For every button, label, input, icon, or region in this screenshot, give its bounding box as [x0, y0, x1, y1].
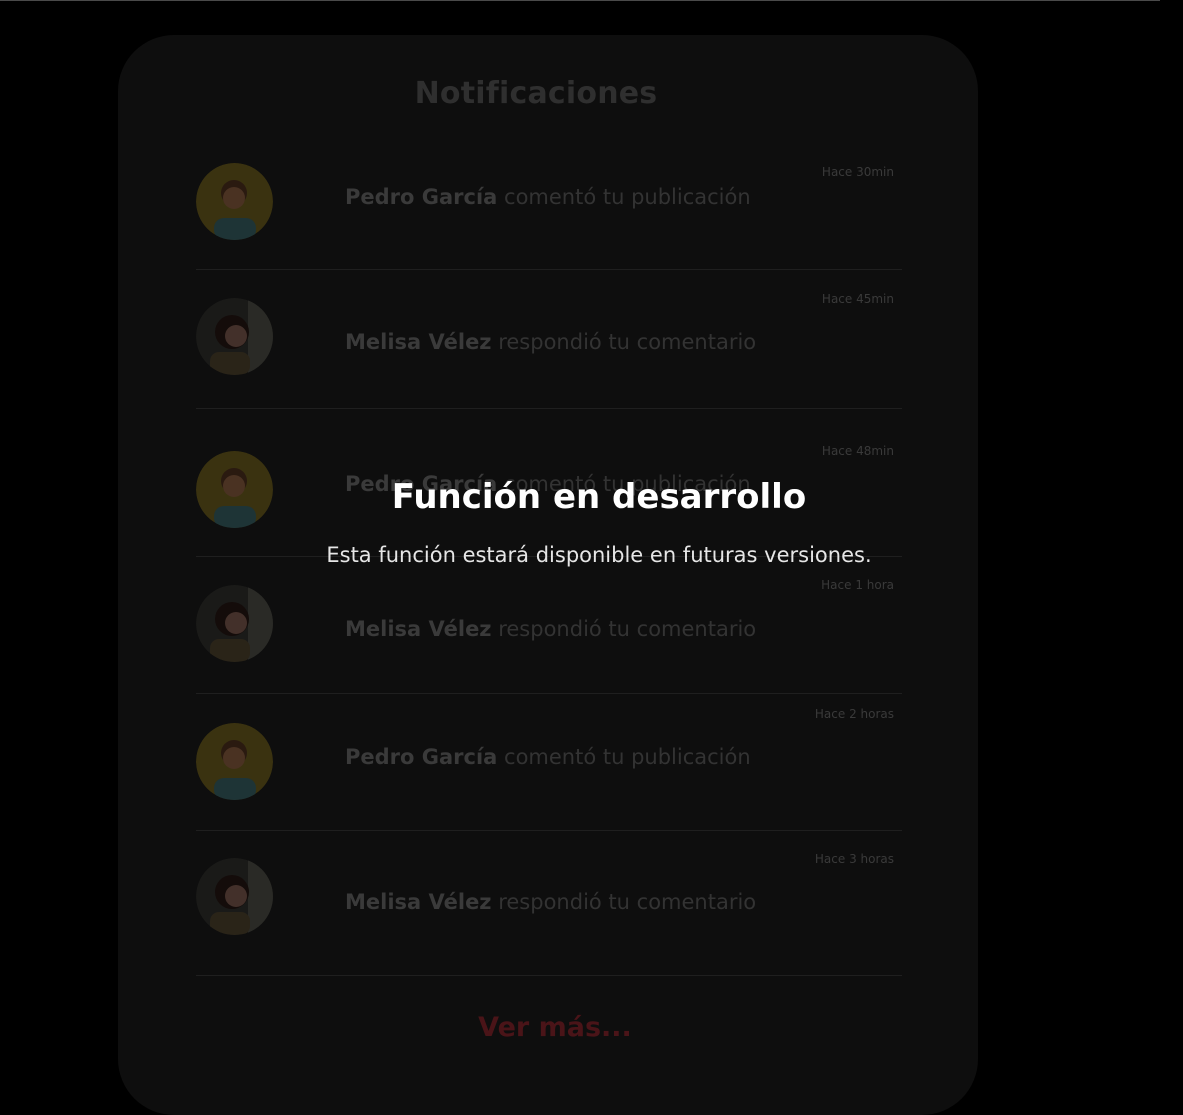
- overlay-subtitle: Esta función estará disponible en futura…: [326, 543, 872, 567]
- avatar-melisa: [196, 585, 273, 662]
- notification-user: Melisa Vélez: [345, 330, 492, 354]
- notification-action: comentó tu publicación: [504, 185, 751, 209]
- notification-item[interactable]: Hace 30min Pedro García comentó tu publi…: [196, 160, 902, 270]
- see-more-link[interactable]: Ver más...: [0, 1012, 1110, 1043]
- avatar-pedro: [196, 163, 273, 240]
- notification-action: respondió tu comentario: [498, 330, 757, 354]
- notification-time: Hace 30min: [821, 165, 894, 179]
- notification-action: respondió tu comentario: [498, 617, 757, 641]
- notification-user: Pedro García: [345, 745, 498, 769]
- divider: [196, 975, 902, 976]
- overlay-title: Función en desarrollo: [391, 477, 807, 517]
- notification-text: Melisa Vélez respondió tu comentario: [345, 890, 756, 914]
- notification-text: Pedro García comentó tu publicación: [345, 185, 751, 209]
- notification-time: Hace 2 horas: [814, 707, 894, 721]
- avatar-melisa: [196, 298, 273, 375]
- notification-item[interactable]: Hace 3 horas Melisa Vélez respondió tu c…: [196, 850, 902, 975]
- notification-text: Melisa Vélez respondió tu comentario: [345, 330, 756, 354]
- notification-user: Pedro García: [345, 185, 498, 209]
- notification-user: Melisa Vélez: [345, 617, 492, 641]
- notification-text: Pedro García comentó tu publicación: [345, 745, 751, 769]
- notification-text: Melisa Vélez respondió tu comentario: [345, 617, 756, 641]
- divider: [196, 269, 902, 270]
- notification-time: Hace 1 hora: [821, 578, 894, 592]
- notification-item[interactable]: Hace 1 hora Melisa Vélez respondió tu co…: [196, 575, 902, 693]
- notification-item[interactable]: Hace 2 horas Pedro García comentó tu pub…: [196, 705, 902, 830]
- notification-time: Hace 3 horas: [814, 852, 894, 866]
- notification-user: Melisa Vélez: [345, 890, 492, 914]
- avatar-pedro: [196, 723, 273, 800]
- notification-action: comentó tu publicación: [504, 745, 751, 769]
- notification-item[interactable]: Hace 45min Melisa Vélez respondió tu com…: [196, 290, 902, 408]
- notification-time: Hace 45min: [821, 292, 894, 306]
- top-border: [0, 0, 1160, 1]
- avatar-melisa: [196, 858, 273, 935]
- page-title: Notificaciones: [414, 76, 658, 111]
- divider: [196, 830, 902, 831]
- notification-time: Hace 48min: [821, 444, 894, 458]
- divider: [196, 408, 902, 409]
- divider: [196, 693, 902, 694]
- notification-action: respondió tu comentario: [498, 890, 757, 914]
